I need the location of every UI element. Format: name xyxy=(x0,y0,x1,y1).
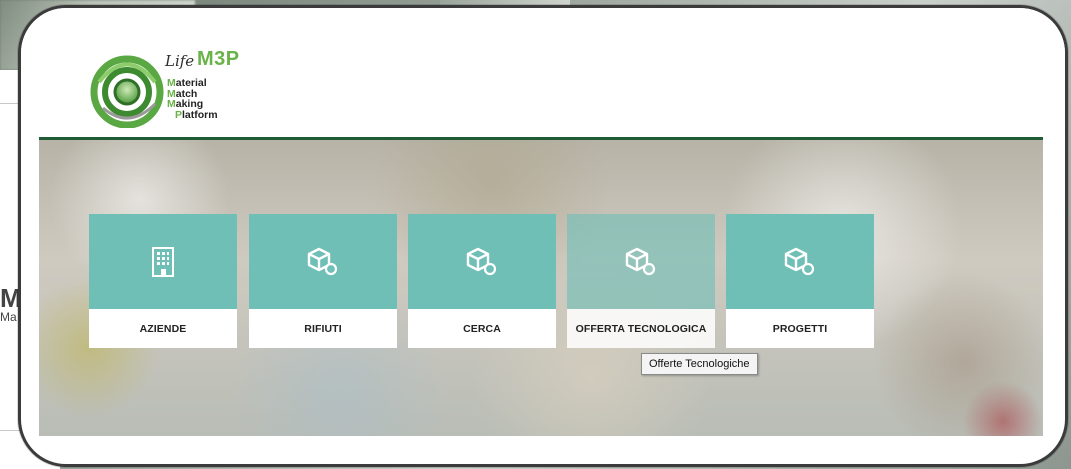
tile-icon-area xyxy=(408,214,556,309)
tile-aziende[interactable]: AZIENDE xyxy=(89,214,237,348)
tile-icon-area xyxy=(249,214,397,309)
tile-icon-area xyxy=(726,214,874,309)
cube-search-icon xyxy=(466,247,497,275)
hero-banner: AZIENDE RIFIUTI CERCA OFFERTA TECNOLOGIC… xyxy=(39,140,1043,436)
tile-label: OFFERTA TECNOLOGICA xyxy=(567,309,715,348)
cube-search-icon xyxy=(625,247,656,275)
tile-icon-area xyxy=(567,214,715,309)
tile-offerta-tecnologica[interactable]: OFFERTA TECNOLOGICA xyxy=(567,214,715,348)
tile-label: RIFIUTI xyxy=(249,309,397,348)
site-logo[interactable]: Life M3P Material Match Making Platform xyxy=(89,48,259,138)
logo-life-text: Life xyxy=(165,52,195,70)
logo-swirl-icon xyxy=(90,55,164,128)
cube-search-icon xyxy=(307,247,338,275)
tile-rifiuti[interactable]: RIFIUTI xyxy=(249,214,397,348)
building-icon xyxy=(152,246,174,277)
logo-tagline-line-4: Platform xyxy=(175,108,218,121)
tile-label: PROGETTI xyxy=(726,309,874,348)
tile-cerca[interactable]: CERCA xyxy=(408,214,556,348)
browser-frame: Life M3P Material Match Making Platform xyxy=(18,5,1068,467)
tile-progetti[interactable]: PROGETTI xyxy=(726,214,874,348)
tooltip: Offerte Tecnologiche xyxy=(641,353,758,375)
cube-search-icon xyxy=(784,247,815,275)
site-header: Life M3P Material Match Making Platform xyxy=(21,8,1065,138)
tile-icon-area xyxy=(89,214,237,309)
tile-label: AZIENDE xyxy=(89,309,237,348)
logo-tagline: Material Match Making Platform xyxy=(167,78,218,120)
logo-m3p-text: M3P xyxy=(197,48,240,70)
tile-label: CERCA xyxy=(408,309,556,348)
